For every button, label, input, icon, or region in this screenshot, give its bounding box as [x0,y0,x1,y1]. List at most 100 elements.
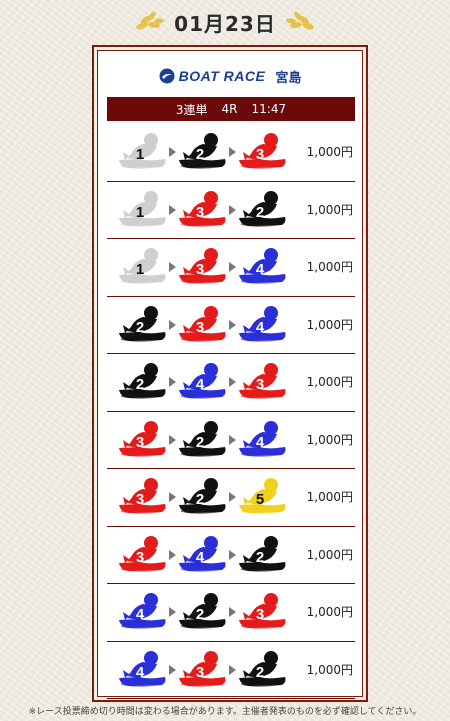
arrow-right-icon [229,319,236,330]
bet-row: 1 3 2 1,000円 [107,182,355,239]
arrow-right-icon [169,607,176,617]
boat-number: 5 [255,491,265,508]
boat-number: 4 [195,376,205,393]
boat-combination: 2 3 4 [117,303,297,345]
boat-4-icon: 4 [237,245,289,287]
bet-row: 3 4 2 1,000円 [107,527,355,584]
boat-number: 3 [255,146,265,163]
boat-3-icon: 3 [177,648,229,690]
arrow-right-icon [169,204,176,215]
laurel-right-icon [285,11,314,30]
boat-5-icon: 5 [237,475,289,517]
boat-2-icon: 2 [117,360,169,402]
boat-2-icon: 2 [117,303,169,345]
bet-row: 3 2 5 1,000円 [107,469,355,527]
boat-2-icon: 2 [237,188,289,230]
arrow-right-icon [169,147,176,157]
boat-1-icon: 1 [117,130,169,172]
boat-number: 2 [135,376,145,393]
bet-row: 2 4 3 1,000円 [107,354,355,412]
arrow-right-icon [229,434,236,445]
bet-amount: 1,000円 [306,605,353,619]
boat-combination: 1 3 4 [117,245,297,287]
bet-amount: 1,000円 [306,662,353,677]
boat-number: 4 [195,548,205,566]
race-info-bar: 3連単 4R 11:47 [107,97,355,121]
bet-row: 2 3 4 1,000円 [107,297,355,354]
bet-amount: 1,000円 [306,375,353,389]
arrow-right-icon [229,147,236,157]
boat-number: 2 [195,491,205,508]
boat-3-icon: 3 [177,188,229,230]
boat-number: 2 [255,203,265,221]
arrow-right-icon [169,549,176,560]
boat-4-icon: 4 [237,303,289,345]
boat-number: 4 [255,433,265,451]
boat-combination: 3 4 2 [117,533,297,575]
boat-2-icon: 2 [177,475,229,517]
laurel-left-icon [136,11,165,30]
boat-number: 4 [255,261,265,278]
boat-1-icon: 1 [117,245,169,287]
arrow-right-icon [229,492,236,502]
arrow-right-icon [169,262,176,272]
arrow-right-icon [229,607,236,617]
bet-row: 1 2 3 1,000円 [107,124,355,182]
arrow-right-icon [229,664,236,675]
boat-4-icon: 4 [117,590,169,632]
boat-number: 3 [135,491,145,508]
boat-4-icon: 4 [177,533,229,575]
bet-amount: 1,000円 [306,260,353,274]
boat-2-icon: 2 [177,130,229,172]
deadline-time: 11:47 [251,102,287,116]
arrow-right-icon [229,549,236,560]
boat-combination: 4 2 3 [117,590,297,632]
boat-combination: 1 2 3 [117,130,297,172]
boat-3-icon: 3 [177,303,229,345]
boat-combination: 3 2 5 [117,475,297,517]
boat-2-icon: 2 [237,533,289,575]
bet-row: 1 3 4 1,000円 [107,239,355,297]
boat-number: 2 [195,606,205,623]
arrow-right-icon [169,434,176,445]
boat-3-icon: 3 [177,245,229,287]
arrow-right-icon [229,204,236,215]
boat-number: 2 [195,433,205,451]
boat-number: 2 [135,318,145,336]
boat-number: 2 [255,548,265,566]
footnote: ※レース投票締め切り時間は変わる場合があります。主催者発表のものを必ず確認してく… [28,707,422,717]
arrow-right-icon [229,262,236,272]
boat-number: 3 [135,433,145,451]
boat-2-icon: 2 [177,418,229,460]
boat-3-icon: 3 [117,418,169,460]
boat-4-icon: 4 [237,418,289,460]
boatrace-logo-icon [159,68,175,84]
boat-1-icon: 1 [117,188,169,230]
bet-amount: 1,000円 [306,432,353,447]
boat-number: 3 [255,606,265,623]
bet-amount: 1,000円 [306,317,353,332]
arrow-right-icon [169,377,176,387]
bet-amount: 1,000円 [306,202,353,217]
bet-row: 4 2 3 1,000円 [107,584,355,642]
arrow-right-icon [169,492,176,502]
race-number: 4R [221,102,238,116]
boat-combination: 3 2 4 [117,418,297,460]
boat-4-icon: 4 [117,648,169,690]
boat-number: 4 [135,606,145,623]
boat-number: 3 [195,318,205,336]
venue-name: 宮島 [275,70,302,86]
boat-number: 2 [195,146,205,163]
boat-combination: 2 4 3 [117,360,297,402]
boat-number: 3 [195,203,205,221]
boat-4-icon: 4 [177,360,229,402]
logo-text: BOAT RACE [178,68,266,84]
arrow-right-icon [229,377,236,387]
boat-2-icon: 2 [237,648,289,690]
arrow-right-icon [169,664,176,675]
boat-3-icon: 3 [237,360,289,402]
ticket-card: BOAT RACE 宮島 3連単 4R 11:47 1 2 3 1,000円 1 3 2 1,… [97,50,363,699]
date-header: 01月23日 [0,6,450,38]
boat-combination: 4 3 2 [117,648,297,690]
boat-2-icon: 2 [177,590,229,632]
